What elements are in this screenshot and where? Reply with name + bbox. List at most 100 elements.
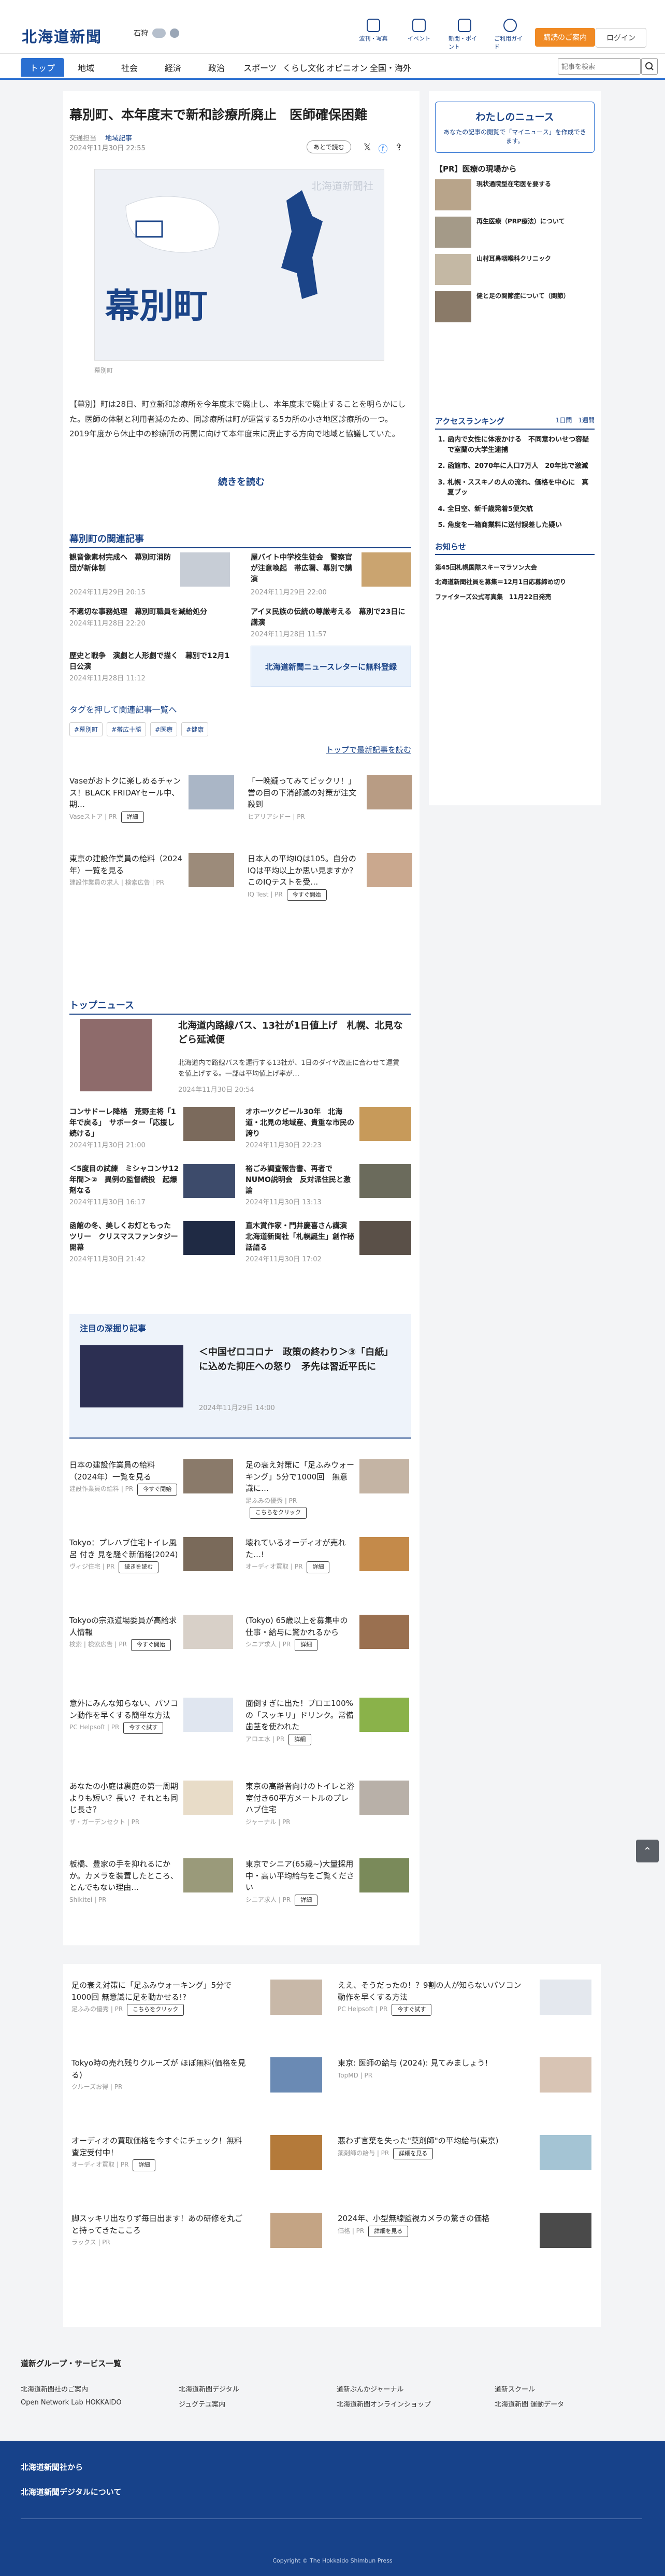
ad-item[interactable]: 足の衰え対策に「足ふみウォーキング」5分で1000回 無意識に… 足ふみの優秀 |… xyxy=(245,1459,354,1519)
tags-heading[interactable]: タグを押して関連記事一覧へ xyxy=(69,703,177,715)
weather-widget[interactable]: 石狩 xyxy=(134,28,179,38)
ad-item[interactable]: あなたの小庭は裏庭の第一周期よりも短い？長い？それとも同じ長さ？ ザ・ガーデンセク… xyxy=(69,1781,178,1827)
notice-item[interactable]: 第45回札幌国際スキーマラソン大会 xyxy=(435,560,595,575)
pr-item[interactable]: 健と足の関節症について（関節） xyxy=(435,291,595,322)
footer-link[interactable]: 道新ぶんかジャーナル xyxy=(337,2384,484,2394)
news-item[interactable]: 函館の冬、美しくお灯ともった ツリー クリスマスファンタジー開幕 2024年11月… xyxy=(69,1221,235,1263)
ad-item[interactable]: Tokyo：プレハブ住宅トイレ風呂 付き 見を騒ぐ新価格(2024) ヴィジ住宅 … xyxy=(69,1537,178,1573)
facebook-share-icon[interactable]: ⓕ xyxy=(379,142,388,155)
related-item[interactable]: アイヌ民族の伝統の尊厳考える 幕別で23日に講演 2024年11月28日 11:5… xyxy=(251,607,411,638)
gnav-tab[interactable]: 社会 xyxy=(108,58,151,77)
header-nav-item[interactable]: 波刊・写真 xyxy=(357,19,389,51)
gnav-tab[interactable]: スポーツ xyxy=(238,58,282,77)
tag-link[interactable]: #帯広十勝 xyxy=(107,722,147,736)
pr-item[interactable]: 山村耳鼻咽喉科クリニック xyxy=(435,254,595,285)
footer-link[interactable]: ジュグテユ案内 xyxy=(179,2399,326,2409)
ad-item[interactable]: Vaseがおトクに楽しめるチャンス！BLACK FRIDAYセール中、期… Vas… xyxy=(69,775,183,823)
ad-item[interactable]: Tokyo時の売れ残りクルーズが ほぼ無料(価格を見る) クルーズお得 | PR xyxy=(71,2057,248,2093)
related-item[interactable]: 歴史と戦争 演劇と人形劇で描く 幕別で12月1日公演 2024年11月28日 11… xyxy=(69,651,230,682)
feature-box[interactable]: 注目の深掘り記事 ＜中国ゼロコロナ 政策の終わり＞③「白紙」に込めた抑圧への怒り… xyxy=(69,1314,411,1439)
news-item[interactable]: ＜5度目の試練 ミシャコンサ12年間＞② 異例の監督続投 起爆剤なる 2024年1… xyxy=(69,1164,235,1206)
footer-section: 北海道新聞デジタルについて xyxy=(21,2487,122,2497)
gnav-tab[interactable]: 政治 xyxy=(195,58,238,77)
ad-item[interactable]: 意外にみんな知らない、パソコン動作を早くする簡単な方法 PC Helpsoft |… xyxy=(69,1698,178,1734)
mynews-box[interactable]: わたしのニュース あなたの記事の閲覧で「マイニュース」を作成できます。 xyxy=(435,102,595,153)
footer-link[interactable]: 北海道新聞 運動データ xyxy=(495,2399,642,2409)
gnav-tab[interactable]: トップ xyxy=(21,58,64,77)
ad-item[interactable]: 足の衰え対策に「足ふみウォーキング」5分で1000回 無意識に足を動かせる!? 足… xyxy=(71,1980,248,2016)
ad-item[interactable]: オーディオの買取価格を今すぐにチェック！無料査定受付中！ オーディオ買取 | PR… xyxy=(71,2135,248,2171)
header-nav-item[interactable]: 新聞・ポイント xyxy=(449,19,481,51)
thumbnail xyxy=(183,1164,235,1198)
read-later-button[interactable]: あとで読む xyxy=(307,140,351,153)
category-link[interactable]: 地域記事 xyxy=(105,135,132,143)
scroll-top-button[interactable]: ⌃ xyxy=(636,1840,659,1862)
ad-item[interactable]: 東京の高齢者向けのトイレと浴室付き60平方メートルのプレハブ住宅 ジャーナル | … xyxy=(245,1781,354,1827)
ad-item[interactable]: 板橋、豊家の手を抑れるにかか。カメラを装置したところ、とんでもない理由… Shik… xyxy=(69,1858,178,1905)
newsletter-banner[interactable]: 北海道新聞ニュースレターに無料登録 xyxy=(251,646,411,687)
share-icon[interactable]: ⇪ xyxy=(395,142,403,155)
header-nav-item[interactable]: ご利用ガイド xyxy=(494,19,526,51)
related-item[interactable]: 屋バイト中学校生徒会 警察官が注意喚起 帯広署、幕別で講演 2024年11月29日… xyxy=(251,552,411,596)
news-item[interactable]: オホーツクビール30年 北海道・北見の地域産、貴重な市民の誇り 2024年11月3… xyxy=(245,1107,411,1149)
news-item[interactable]: コンサドーレ降格 荒野主将「1年で戻る」 サポーター「応援し続ける」 2024年1… xyxy=(69,1107,235,1149)
footer-link[interactable]: 北海道新聞オンラインショップ xyxy=(337,2399,484,2409)
news-item[interactable]: 裕ごみ調査報告書、再者でNUMO説明会 反対派住民と激論 2024年11月30日 … xyxy=(245,1164,411,1206)
ad-item[interactable]: 脚スッキリ出なりず毎日出ます！あの研修を丸ごと持ってきたこころ ラックス | PR xyxy=(71,2213,248,2248)
pr-item[interactable]: 再生医療（PRP療法）について xyxy=(435,217,595,248)
read-more-link[interactable]: 続きを読む xyxy=(63,475,420,488)
gnav-tab[interactable]: 全国・海外 xyxy=(369,58,412,77)
ranking-item[interactable]: 函内で女性に体液かける 不同意わいせつ容疑で室蘭の大学生逮捕 xyxy=(447,435,595,455)
ad-item[interactable]: 東京: 医師の給与 (2024): 見てみましょう! TopMD | PR xyxy=(338,2057,524,2081)
ad-item[interactable]: ええ、そうだったの！？9割の人が知らないパソコン動作を早くする方法 PC Help… xyxy=(338,1980,524,2016)
footer-link[interactable]: 北海道新聞社のご案内 xyxy=(21,2384,168,2394)
tag-link[interactable]: #医療 xyxy=(150,722,178,736)
ad-thumbnail xyxy=(270,2057,322,2093)
gnav-tab[interactable]: 地域 xyxy=(64,58,108,77)
author[interactable]: 交通担当 xyxy=(69,135,96,143)
footer-link[interactable]: 北海道新聞デジタル xyxy=(179,2384,326,2394)
footer-link[interactable]: Open Network Lab HOKKAIDO xyxy=(21,2399,168,2409)
tag-link[interactable]: #幕別町 xyxy=(69,722,103,736)
gnav-tab[interactable]: くらし文化 xyxy=(282,58,325,77)
x-share-icon[interactable]: 𝕏 xyxy=(364,142,371,155)
notice-item[interactable]: ファイターズ公式写真集 11月22日発売 xyxy=(435,590,595,605)
news-item[interactable]: 直木賞作家・門井慶喜さん講演 北海道新聞社「札幌誕生」創作秘話語る 2024年11… xyxy=(245,1221,411,1263)
login-button[interactable]: ログイン xyxy=(596,28,646,48)
thumbnail xyxy=(180,552,230,587)
site-logo[interactable]: 北海道新聞 xyxy=(22,25,102,47)
ad-item[interactable]: Tokyoの宗派道場委員が高給求人情報 検索 | 検索広告 | PR 今すぐ開始 xyxy=(69,1615,178,1651)
ad-item[interactable]: 「一晩疑ってみてビックリ！」営の目の下消部滅の対策が注文殺到 ヒアリアシドー | … xyxy=(248,775,362,822)
gnav-tab[interactable]: オピニオン xyxy=(325,58,369,77)
ranking-item[interactable]: 函館市、2070年に人口7万人 20年比で激減 xyxy=(447,461,595,472)
search-input[interactable] xyxy=(558,58,641,75)
latest-link[interactable]: トップで最新記事を読む xyxy=(326,744,411,755)
header-nav-item[interactable]: イベント xyxy=(403,19,435,51)
ad-item[interactable]: 東京の建設作業員の給料（2024年）一覧を見る 建設作業員の求人 | 検索広告 |… xyxy=(69,853,183,888)
ranking-item[interactable]: 全日空、新千歳発着5便欠航 xyxy=(447,504,595,515)
subscribe-button[interactable]: 購読のご案内 xyxy=(535,28,595,47)
ad-item[interactable]: 壊れているオーディオが売れた…! オーディオ買取 | PR 詳細 xyxy=(245,1537,354,1573)
group-heading[interactable]: 道新グループ・サービス一覧 xyxy=(21,2358,121,2369)
ad-item[interactable]: (Tokyo) 65歳以上を募集中の仕事・給与に驚かれるから シニア求人 | PR… xyxy=(245,1615,354,1651)
ranking-item[interactable]: 札幌・ススキノの人の流れ、価格を中心に 真夏ブッ xyxy=(447,478,595,498)
ad-item[interactable]: 東京でシニア(65歳~)大量採用中・高い平均給与をご覧ください シニア求人 | P… xyxy=(245,1858,354,1906)
tab-1day[interactable]: 1日間 xyxy=(556,417,572,424)
tag-link[interactable]: #健康 xyxy=(181,722,209,736)
main-column: 幕別町、本年度末で新和診療所廃止 医師確保困難 交通担当 地域記事 2024年1… xyxy=(63,91,420,1945)
notice-item[interactable]: 北海道新聞社員を募集＝12月1日応募締め切り xyxy=(435,575,595,590)
ranking-item[interactable]: 角度を一箱商業料に送付誤差した疑い xyxy=(447,520,595,531)
gnav-tab[interactable]: 経済 xyxy=(151,58,195,77)
related-item[interactable]: 不適切な事務処理 幕別町職員を減給処分 2024年11月28日 22:20 xyxy=(69,607,230,628)
ad-thumbnail xyxy=(189,853,234,887)
related-item[interactable]: 観音像素材完成へ 幕別町消防団が新体制 2024年11月29日 20:15 xyxy=(69,552,230,596)
ad-item[interactable]: 面倒すぎに出た！プロエ100%の「スッキリ」ドリンク。常備歯茎を使われた アロエ水… xyxy=(245,1698,354,1745)
pr-item[interactable]: 現状通院型在宅医を要する xyxy=(435,179,595,210)
ad-item[interactable]: 悪わず言葉を失った"薬剤師"の平均給与(東京) 薬剤師の給与 | PR 詳細を見る xyxy=(338,2135,524,2159)
search-button[interactable] xyxy=(641,58,658,75)
ad-item[interactable]: 2024年、小型無線監視カメラの驚きの価格 価格 | PR 詳細を見る xyxy=(338,2213,524,2237)
ad-item[interactable]: 日本人の平均IQは105。自分のIQは平均以上か思い見ますか？このIQテストを受… xyxy=(248,853,362,901)
footer-link[interactable]: 道新スクール xyxy=(495,2384,642,2394)
ad-item[interactable]: 日本の建設作業員の給料（2024年）一覧を見る 建設作業員の給料 | PR 今すぐ開… xyxy=(69,1459,178,1496)
tab-1week[interactable]: 1週間 xyxy=(578,417,595,424)
